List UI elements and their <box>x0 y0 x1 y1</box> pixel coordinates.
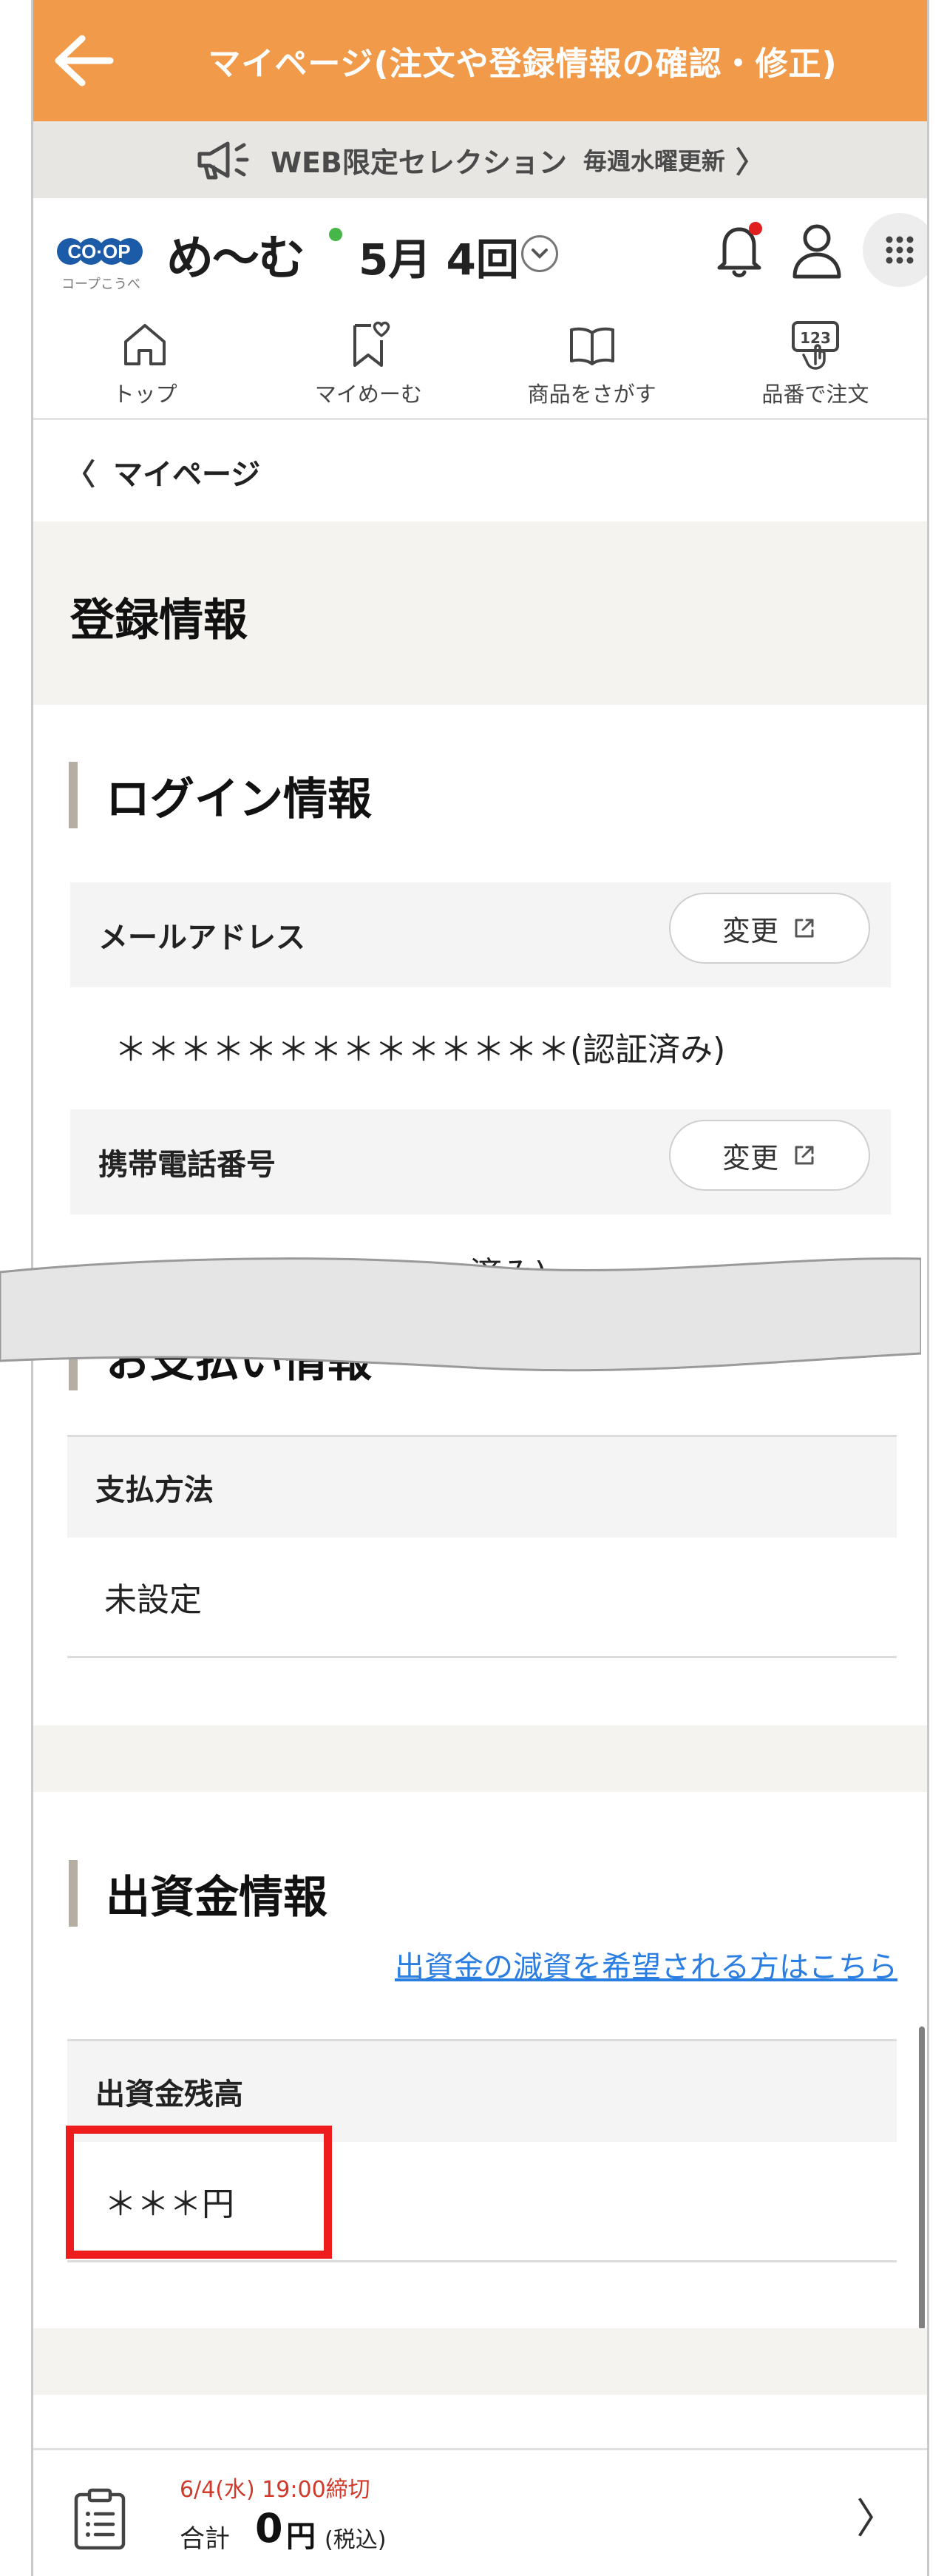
nav-item-label: 商品をさがす <box>527 381 656 407</box>
number-icon-text: 123 <box>800 329 831 347</box>
home-icon <box>124 323 166 365</box>
order-deadline: 6/4(水) 19:00締切 <box>180 2477 370 2503</box>
external-link-icon <box>795 1146 814 1165</box>
brand-dot <box>329 228 342 241</box>
header-bar: マイページ(注文や登録情報の確認・修正) <box>33 0 927 121</box>
divider <box>67 2260 897 2262</box>
section-spacer <box>33 1725 927 1792</box>
announcement-bar[interactable]: WEB限定セレクション 毎週水曜更新 〉 <box>33 121 927 198</box>
email-value-row: ＊＊＊＊＊＊＊＊＊＊＊＊＊＊(認証済み) <box>70 987 891 1106</box>
email-label: メールアドレス <box>98 921 305 955</box>
nav-item-label: 品番で注文 <box>761 381 869 407</box>
brand-name[interactable]: め〜む <box>166 220 305 288</box>
breadcrumb[interactable]: 〈 マイページ <box>33 422 927 521</box>
phone-label: 携帯電話番号 <box>98 1148 276 1182</box>
announcement-text: WEB限定セレクション <box>271 146 567 179</box>
scrollbar[interactable] <box>919 2026 925 2330</box>
user-icon[interactable] <box>789 220 845 280</box>
brand-row: CO·OP コープこうべ め〜む 5月 4回 <box>33 198 927 308</box>
email-label-row: メールアドレス 変更 <box>70 882 891 987</box>
divider <box>67 1656 897 1658</box>
payment-method-label: 支払方法 <box>95 1473 214 1507</box>
chevron-right-icon[interactable]: 〉 <box>856 2486 897 2546</box>
order-round-label[interactable]: 5月 4回 <box>359 225 519 287</box>
change-phone-button[interactable]: 変更 <box>669 1120 870 1191</box>
clipboard-icon <box>74 2488 126 2550</box>
announcement-subtext: 毎週水曜更新 <box>583 147 725 175</box>
nav-item-label: マイめーむ <box>314 381 422 407</box>
investment-balance-label: 出資金残高 <box>95 2078 243 2112</box>
payment-method-label-row: 支払方法 <box>67 1437 897 1538</box>
investment-section-heading: 出資金情報 <box>69 1860 327 1927</box>
tax-note: (税込) <box>325 2527 387 2553</box>
chevron-left-icon: 〈 <box>66 458 95 492</box>
phone-label-row: 携帯電話番号 変更 <box>70 1109 891 1214</box>
nav-item-search-products[interactable]: 商品をさがす <box>481 308 704 418</box>
order-footer[interactable]: 6/4(水) 19:00締切 合計 0 円 (税込) 〉 <box>33 2448 927 2576</box>
torn-paper-overlay <box>0 1257 921 1372</box>
payment-method-value: 未設定 <box>104 1581 202 1619</box>
email-value: ＊＊＊＊＊＊＊＊＊＊＊＊＊＊(認証済み) <box>115 1031 726 1069</box>
coop-logo-subtext: コープこうべ <box>61 277 140 292</box>
change-email-button[interactable]: 変更 <box>669 893 870 964</box>
bookmark-heart-icon <box>353 321 390 367</box>
number-tap-icon: 123 <box>791 320 839 370</box>
login-section-heading: ログイン情報 <box>69 762 372 828</box>
capital-reduction-link[interactable]: 出資金の減資を希望される方はこちら <box>395 1943 897 1986</box>
header-title: マイページ(注文や登録情報の確認・修正) <box>208 45 838 83</box>
apps-grid-icon[interactable] <box>863 213 927 287</box>
breadcrumb-label: マイページ <box>113 458 261 492</box>
chevron-right-icon: 〉 <box>735 146 765 180</box>
payment-method-value-row: 未設定 <box>67 1538 888 1656</box>
external-link-icon <box>795 919 814 938</box>
section-spacer <box>33 2328 927 2395</box>
book-icon <box>569 327 614 365</box>
coop-logo-text: CO·OP <box>67 240 130 263</box>
total-unit: 円 <box>286 2520 316 2554</box>
nav-item-top[interactable]: トップ <box>33 308 257 418</box>
main-nav: トップ マイめーむ 商品をさがす 123 品番で注文 <box>33 308 927 420</box>
megaphone-icon <box>197 141 249 180</box>
nav-item-order-by-number[interactable]: 123 品番で注文 <box>704 308 927 418</box>
chevron-down-icon[interactable] <box>521 235 558 272</box>
total-amount: 0 <box>255 2505 283 2552</box>
page-title: 登録情報 <box>70 595 248 646</box>
change-button-label: 変更 <box>722 914 778 947</box>
highlight-box <box>66 2126 332 2259</box>
nav-item-label: トップ <box>112 381 177 407</box>
total-label: 合計 <box>180 2524 230 2554</box>
nav-item-my-meem[interactable]: マイめーむ <box>257 308 480 418</box>
change-button-label: 変更 <box>722 1141 778 1174</box>
notification-dot <box>749 222 762 235</box>
back-arrow-icon[interactable] <box>51 31 118 90</box>
